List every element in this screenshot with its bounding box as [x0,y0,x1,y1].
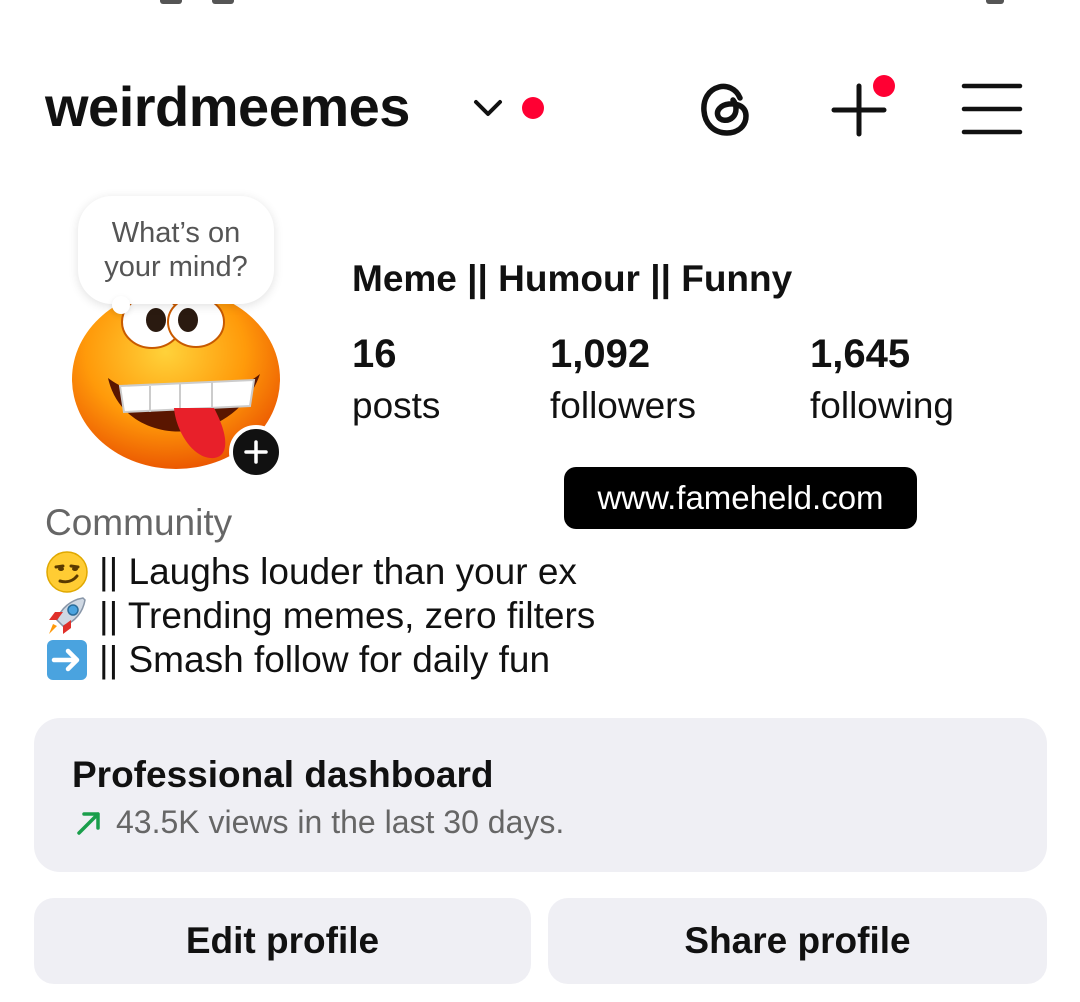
following-count: 1,645 [810,332,911,376]
menu-icon[interactable] [960,80,1024,138]
followers-label: followers [550,385,696,426]
edit-profile-button[interactable]: Edit profile [34,898,531,984]
following-label: following [810,385,954,426]
bio-text: || Trending memes, zero filters [99,595,596,636]
posts-count: 16 [352,332,397,376]
dashboard-subtitle: 43.5K views in the last 30 days. [74,804,564,841]
note-bubble[interactable]: What’s on your mind? [78,196,274,304]
followers-count: 1,092 [550,332,651,376]
bio-line: || Smash follow for daily fun [45,638,595,682]
profile-header: weirdmeemes [0,0,1080,180]
plus-icon [244,440,268,464]
share-profile-button[interactable]: Share profile [548,898,1047,984]
bio-text: || Smash follow for daily fun [99,639,551,680]
followers-stat[interactable]: 1,092 followers [550,328,696,432]
trend-up-arrow-icon [77,811,100,835]
threads-icon[interactable] [696,78,758,140]
display-name: Meme || Humour || Funny [352,258,793,299]
bio-text: || Laughs louder than your ex [99,551,577,592]
bio: || Laughs louder than your ex || Trendin… [45,550,595,682]
note-bubble-tail [112,296,130,314]
posts-label: posts [352,385,441,426]
username[interactable]: weirdmeemes [45,74,410,139]
smirking-face-emoji-icon [46,551,88,593]
website-link-text: www.fameheld.com [597,479,884,516]
note-text: What’s on your mind? [104,217,248,283]
dashboard-title: Professional dashboard [72,754,494,795]
website-link[interactable]: www.fameheld.com [564,467,917,529]
following-stat[interactable]: 1,645 following [810,328,954,432]
bio-line: || Laughs louder than your ex [45,550,595,594]
rocket-emoji-icon [49,597,86,634]
dashboard-views-text: 43.5K views in the last 30 days. [116,804,565,840]
posts-stat[interactable]: 16 posts [352,328,440,432]
professional-dashboard[interactable]: Professional dashboard 43.5K views in th… [34,718,1047,872]
profile-category: Community [45,502,233,543]
account-notification-dot [522,97,544,119]
chevron-down-icon[interactable] [470,92,506,124]
create-notification-dot [873,75,895,97]
bio-line: || Trending memes, zero filters [45,594,595,638]
add-story-button[interactable] [229,425,283,479]
right-arrow-emoji-icon [47,640,87,680]
